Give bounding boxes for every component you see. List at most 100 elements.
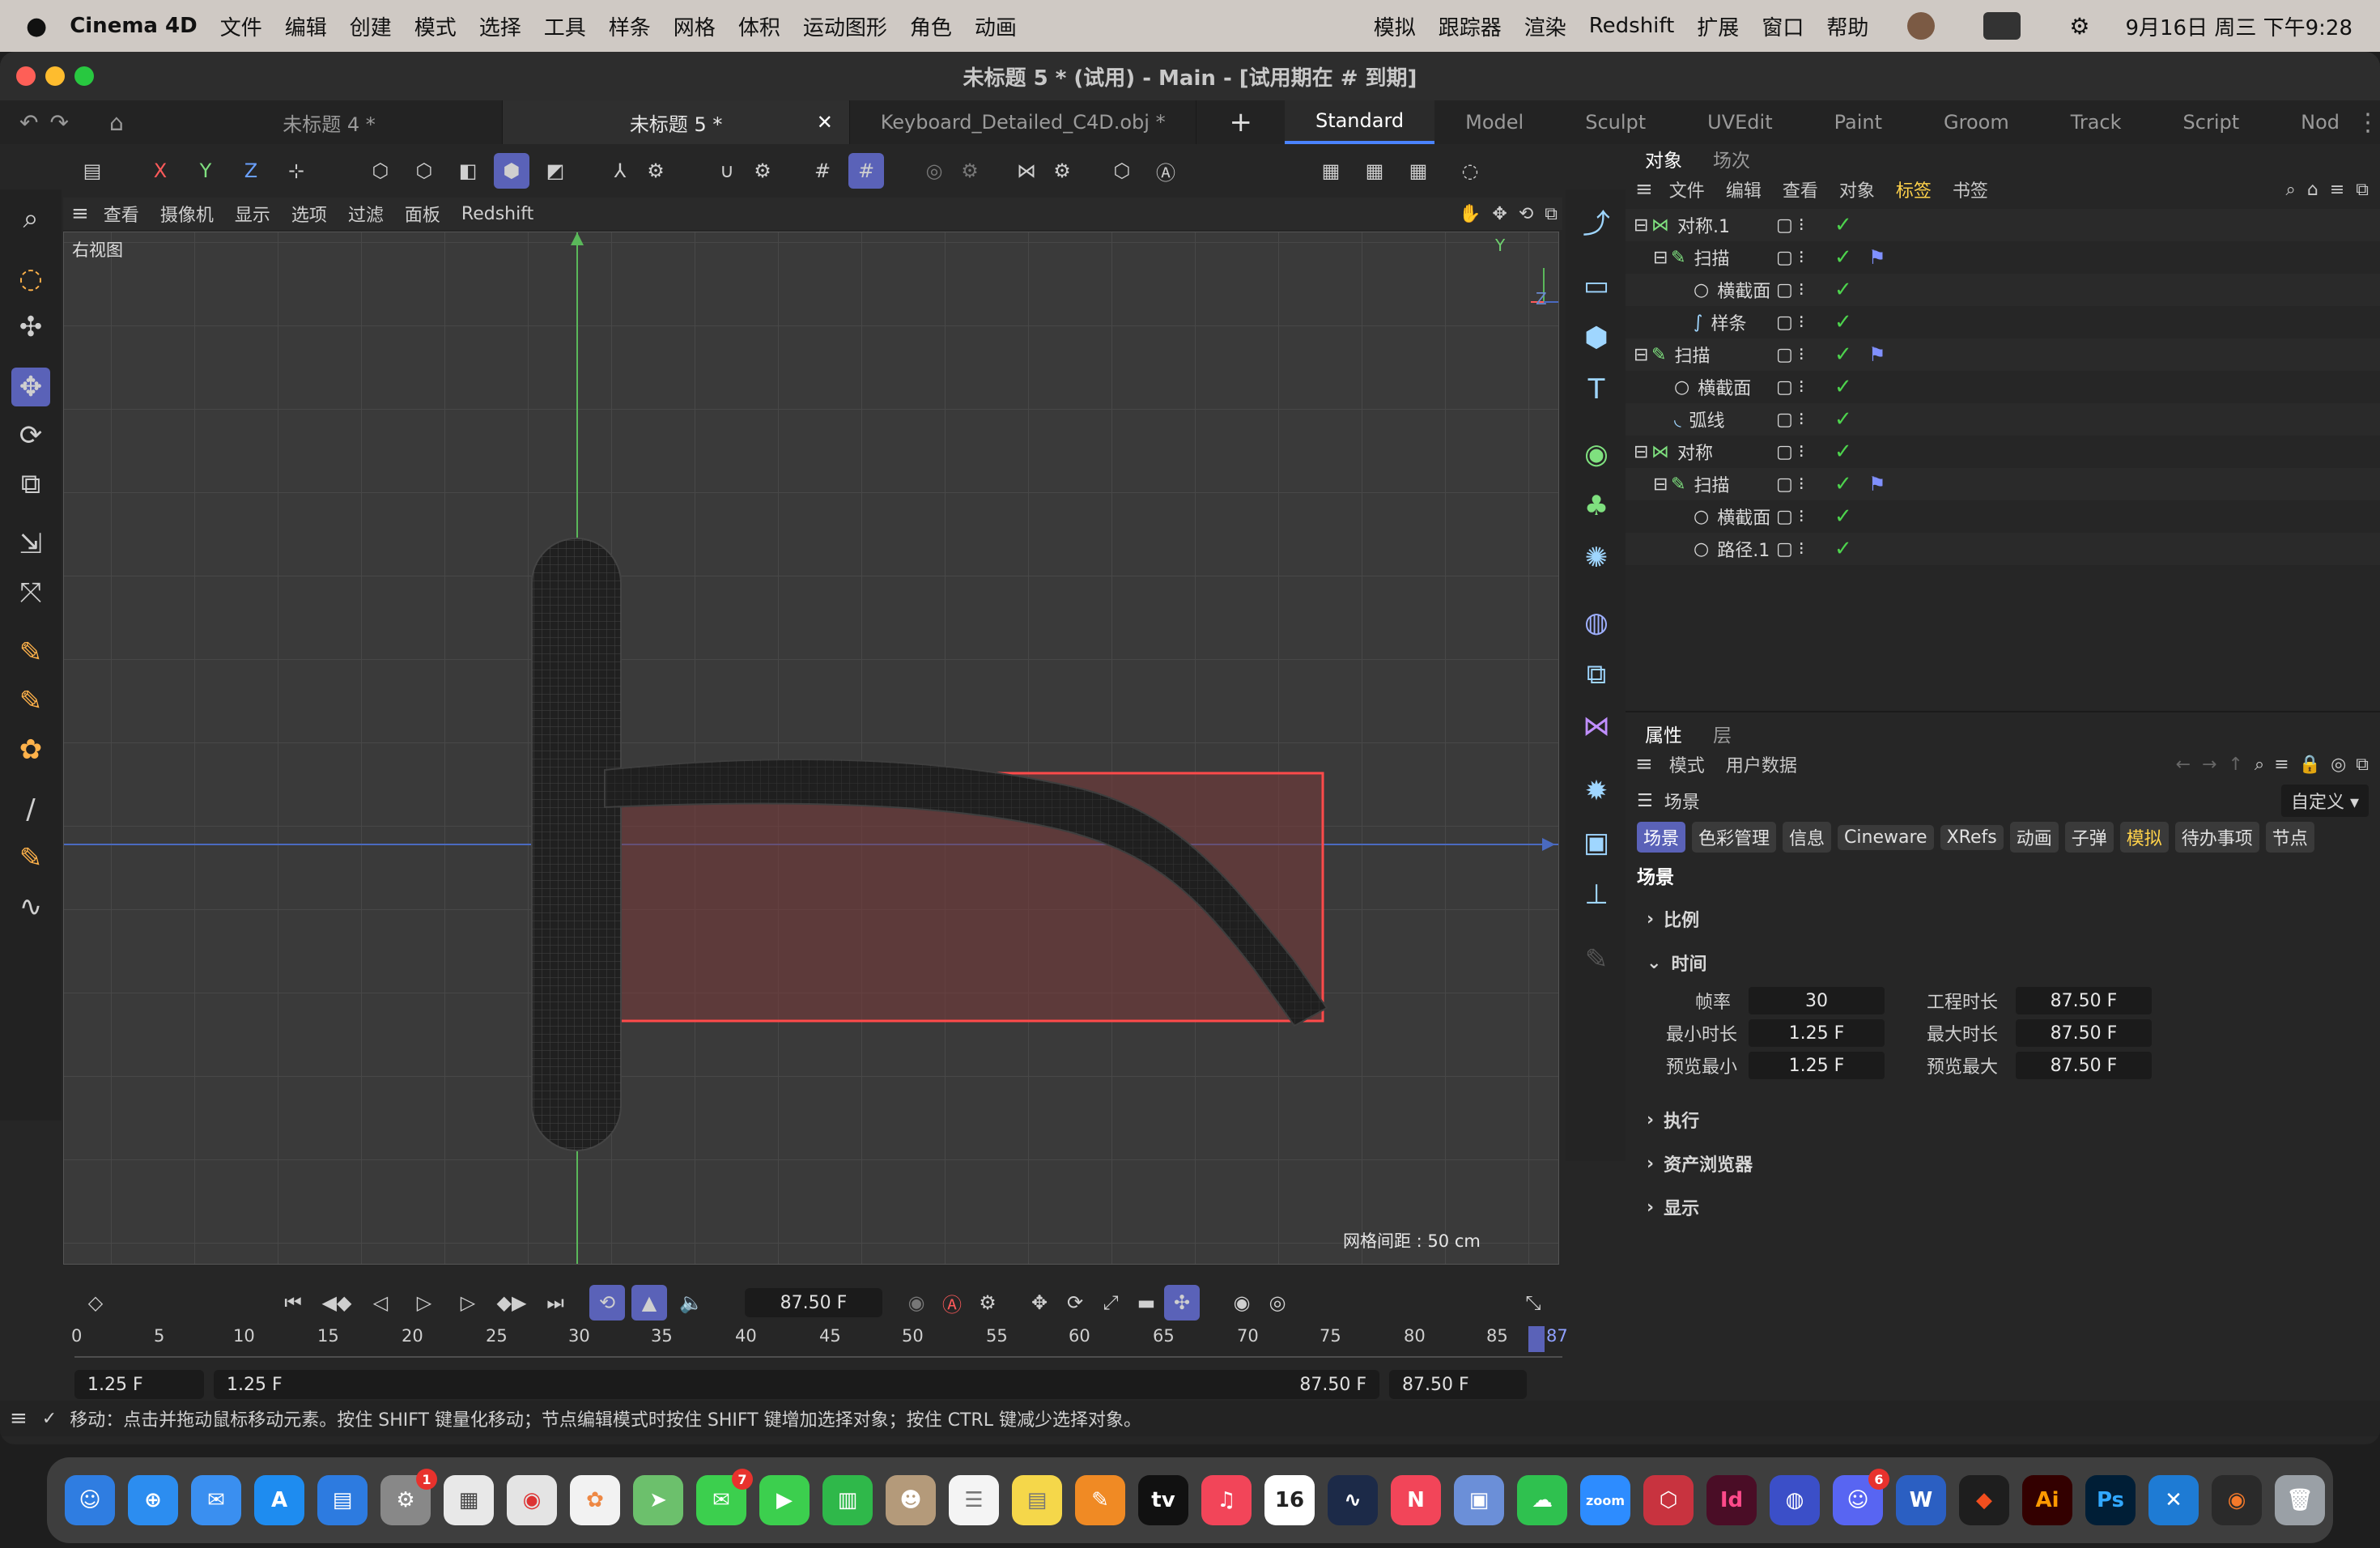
new-window-icon[interactable]: ⧉ — [2356, 755, 2369, 775]
axis-x-toggle[interactable]: X — [142, 153, 178, 189]
section-asset-browser[interactable]: › 资产浏览器 — [1626, 1142, 2380, 1185]
reminders-icon[interactable]: ☰ — [949, 1475, 999, 1525]
workplane-icon[interactable]: ⬡ — [1104, 153, 1140, 189]
visibility-dots-icon[interactable]: ▢ ⁝ — [1776, 377, 1804, 398]
tab-layers[interactable]: 层 — [1713, 720, 1732, 747]
apple-tv-icon[interactable]: tv — [1138, 1475, 1188, 1525]
status-widget-icon[interactable] — [1983, 12, 2021, 40]
viewport-menu-camera[interactable]: 摄像机 — [160, 201, 214, 227]
cube-icon[interactable]: ⬢ — [1576, 317, 1617, 358]
figma-icon[interactable]: ◆ — [1959, 1475, 2009, 1525]
viewport-menu-filter[interactable]: 过滤 — [348, 201, 384, 227]
keyframe-icon[interactable]: ◇ — [78, 1285, 113, 1320]
messages-icon[interactable]: ✉ 7 — [696, 1469, 753, 1525]
transfer-tool-icon[interactable]: ⇲ — [11, 525, 50, 563]
menu-character[interactable]: 角色 — [910, 11, 952, 41]
tweak-tool-icon[interactable]: ✣ — [11, 308, 50, 347]
key-param-icon[interactable]: ▬ — [1128, 1285, 1164, 1320]
soft-selection-settings-icon[interactable]: ⚙ — [952, 153, 988, 189]
tree-row[interactable]: ⊟ ✎ 扫描 ▢ ⁝ ✓ ⚑ — [1626, 468, 2380, 500]
discord-icon[interactable]: ☺ 6 — [1833, 1469, 1889, 1525]
viewport-menu-icon[interactable]: ≡ — [71, 202, 89, 226]
object-menu-bookmarks[interactable]: 书签 — [1953, 176, 1988, 202]
doc-tab-keyboard[interactable]: Keyboard_Detailed_C4D.obj * — [850, 100, 1197, 144]
indesign-icon[interactable]: Id — [1706, 1475, 1757, 1525]
deformer-icon[interactable]: ✺ — [1576, 538, 1617, 578]
object-menu-icon[interactable]: ≡ — [1635, 177, 1653, 202]
section-execute[interactable]: › 执行 — [1626, 1098, 2380, 1142]
spline-pen-icon[interactable]: ✎ — [11, 633, 50, 672]
orbit-view-icon[interactable]: ⟲ — [1519, 204, 1533, 224]
mograph-icon[interactable]: ⋈ — [1576, 706, 1617, 746]
enabled-check-icon[interactable]: ✓ — [1834, 537, 1852, 561]
layout-uvedit[interactable]: UVEdit — [1677, 100, 1803, 144]
subtab-info[interactable]: 信息 — [1783, 822, 1832, 853]
placement-tool-icon[interactable]: ⤧ — [11, 573, 50, 612]
light-icon[interactable]: ✹ — [1576, 771, 1617, 811]
visibility-dots-icon[interactable]: ▢ ⁝ — [1776, 215, 1804, 236]
collapse-icon[interactable]: ⊟ — [1653, 248, 1671, 268]
search-icon[interactable]: ⌕ — [2286, 180, 2296, 200]
min-length-field[interactable]: 1.25 F — [1749, 1019, 1885, 1047]
menu-spline[interactable]: 样条 — [609, 11, 651, 41]
up-arrow-icon[interactable]: ↑ — [2228, 755, 2242, 775]
tab-takes[interactable]: 场次 — [1713, 145, 1750, 172]
viewport-menu-display[interactable]: 显示 — [235, 201, 270, 227]
collapse-icon[interactable]: ⊟ — [1634, 442, 1651, 462]
dolly-view-icon[interactable]: ✥ — [1492, 204, 1507, 224]
tree-row[interactable]: ○ 路径.1 ▢ ⁝ ✓ — [1626, 533, 2380, 565]
enabled-check-icon[interactable]: ✓ — [1834, 245, 1852, 270]
subtab-cineware[interactable]: Cineware — [1838, 824, 1934, 850]
tree-row[interactable]: ○ 横截面 ▢ ⁝ ✓ — [1626, 371, 2380, 403]
enabled-check-icon[interactable]: ✓ — [1834, 213, 1852, 237]
layout-track[interactable]: Track — [2040, 100, 2153, 144]
viewport-menu-redshift[interactable]: Redshift — [461, 204, 533, 224]
section-display[interactable]: › 显示 — [1626, 1185, 2380, 1229]
new-window-icon[interactable]: ⧉ — [2356, 180, 2369, 200]
max-length-field[interactable]: 87.50 F — [2016, 1019, 2152, 1047]
spline-smooth-icon[interactable]: ✿ — [11, 730, 50, 769]
close-window-button[interactable] — [16, 66, 36, 86]
control-center-icon[interactable]: ⚙ — [2069, 13, 2089, 40]
collapse-icon[interactable]: ⊟ — [1653, 474, 1671, 495]
visibility-dots-icon[interactable]: ▢ ⁝ — [1776, 474, 1804, 495]
layout-sculpt[interactable]: Sculpt — [1554, 100, 1677, 144]
user-avatar-icon[interactable] — [1907, 12, 1936, 40]
enabled-check-icon[interactable]: ✓ — [1834, 375, 1852, 399]
menu-create[interactable]: 创建 — [350, 11, 392, 41]
close-tab-icon[interactable]: ✕ — [817, 111, 833, 134]
object-menu-view[interactable]: 查看 — [1783, 176, 1818, 202]
grid-snap-icon[interactable]: # — [805, 153, 840, 189]
status-menu-icon[interactable]: ≡ — [10, 1406, 28, 1431]
auto-record-icon[interactable]: Ⓐ — [934, 1285, 970, 1320]
section-scale[interactable]: › 比例 — [1626, 897, 2380, 941]
render-view-icon[interactable]: ▦ — [1357, 153, 1392, 189]
add-tab-button[interactable]: + — [1229, 106, 1252, 138]
menu-mode[interactable]: 模式 — [414, 11, 457, 41]
object-menu-object[interactable]: 对象 — [1839, 176, 1875, 202]
mail-icon[interactable]: ✉ — [191, 1475, 241, 1525]
floor-icon[interactable]: ⊥ — [1576, 874, 1617, 915]
cloner-icon[interactable]: ♣ — [1576, 486, 1617, 526]
pages-icon[interactable]: ✎ — [1075, 1475, 1125, 1525]
points-mode-icon[interactable]: ⬡ — [363, 153, 398, 189]
edges-mode-icon[interactable]: ⬡ — [406, 153, 442, 189]
key-position-icon[interactable]: ✥ — [1022, 1285, 1057, 1320]
render-settings-icon[interactable]: ▦ — [1400, 153, 1436, 189]
layout-script[interactable]: Script — [2153, 100, 2271, 144]
visibility-dots-icon[interactable]: ▢ ⁝ — [1776, 345, 1804, 365]
blender-icon[interactable]: ◉ — [2212, 1475, 2262, 1525]
move-tool-icon[interactable]: ✥ — [11, 368, 50, 406]
next-frame-icon[interactable]: ▷ — [450, 1285, 486, 1320]
more-layouts-icon[interactable]: ⋮ — [2356, 108, 2380, 137]
phong-tag-icon[interactable]: ⚑ — [1868, 246, 1886, 269]
axis-mode-icon[interactable]: ⅄ — [602, 153, 638, 189]
redshift-render-icon[interactable]: ◌ — [1452, 153, 1488, 189]
record-settings-icon[interactable]: ⚙ — [970, 1285, 1005, 1320]
system-settings-icon[interactable]: ⚙ 1 — [380, 1469, 437, 1525]
visibility-dots-icon[interactable]: ▢ ⁝ — [1776, 410, 1804, 430]
zoom-icon[interactable]: zoom — [1580, 1475, 1630, 1525]
pan-view-icon[interactable]: ✋ — [1459, 204, 1481, 224]
visibility-dots-icon[interactable]: ▢ ⁝ — [1776, 539, 1804, 559]
tab-objects[interactable]: 对象 — [1645, 145, 1682, 172]
